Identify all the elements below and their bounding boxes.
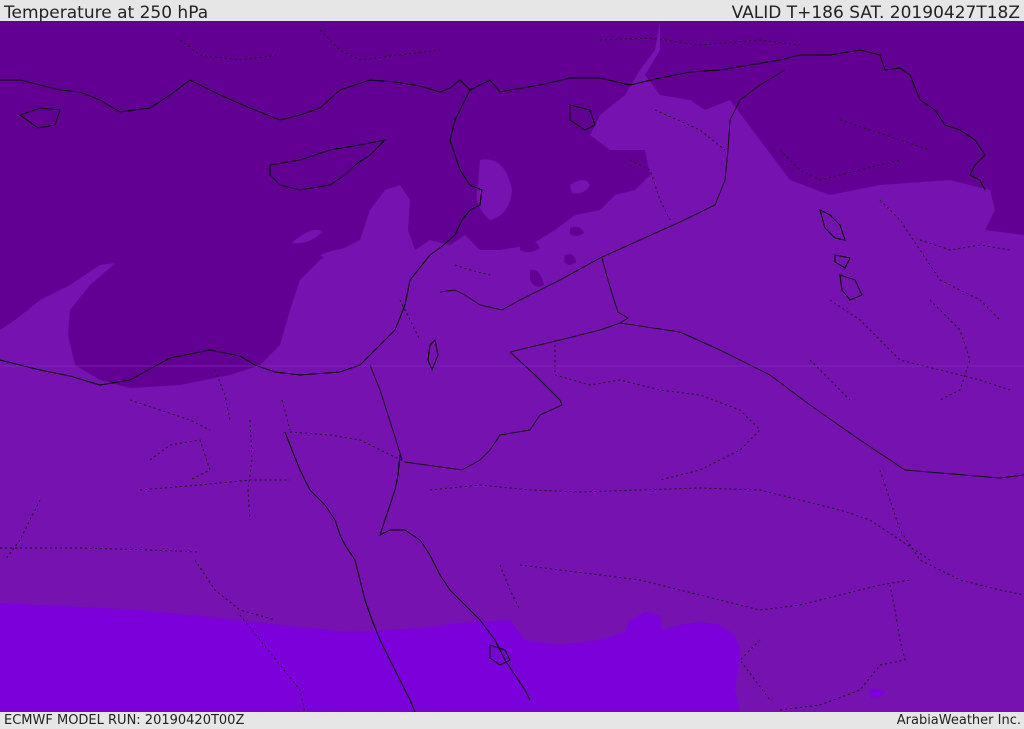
temperature-map[interactable] xyxy=(0,21,1024,712)
map-title: Temperature at 250 hPa xyxy=(4,3,209,23)
credit-label: ArabiaWeather Inc. xyxy=(896,713,1021,728)
valid-time-label: VALID T+186 SAT. 20190427T18Z xyxy=(731,3,1020,23)
temperature-map-svg xyxy=(0,21,1024,712)
header-bar: Temperature at 250 hPa VALID T+186 SAT. … xyxy=(0,0,1024,23)
map-viewer: Temperature at 250 hPa VALID T+186 SAT. … xyxy=(0,0,1024,729)
model-run-label: ECMWF MODEL RUN: 20190420T00Z xyxy=(4,713,245,728)
